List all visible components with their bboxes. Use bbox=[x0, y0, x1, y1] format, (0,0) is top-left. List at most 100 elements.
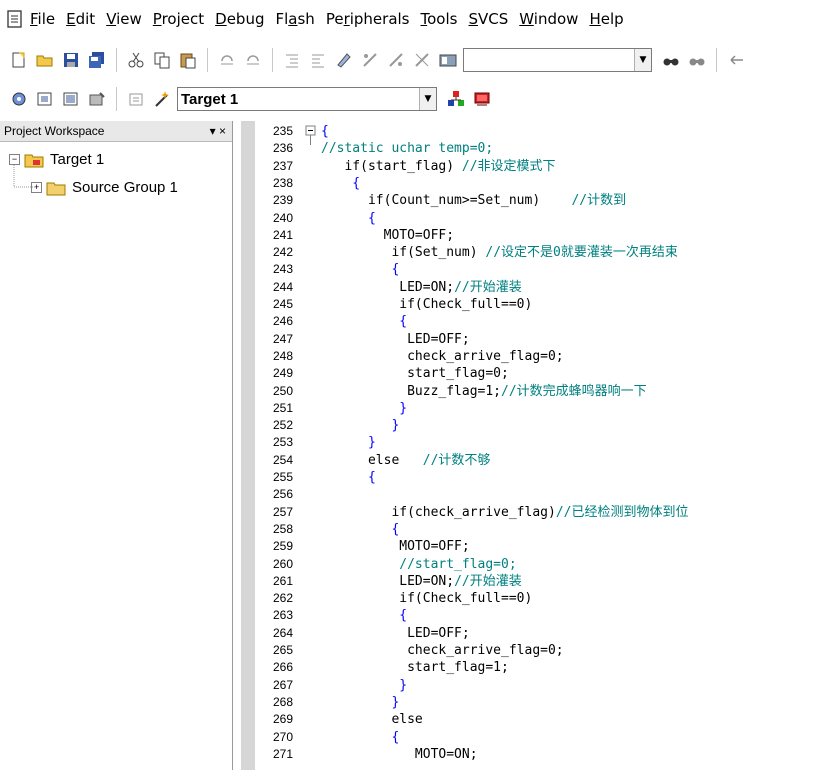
navigate-back-icon[interactable] bbox=[725, 49, 747, 71]
line-number: 242 bbox=[272, 245, 293, 260]
download-icon[interactable] bbox=[125, 88, 147, 110]
line-number: 266 bbox=[272, 660, 293, 675]
line-number: 257 bbox=[272, 504, 293, 519]
line-number: 240 bbox=[272, 210, 293, 225]
code-line: LED=ON;//开始灌装 bbox=[321, 279, 522, 295]
menu-item[interactable]: Flash bbox=[275, 10, 314, 28]
code-text: start_flag=0; bbox=[321, 366, 509, 382]
fold-column bbox=[303, 121, 317, 770]
panel-controls[interactable]: ▾ × bbox=[210, 124, 226, 138]
code-line: { bbox=[321, 315, 407, 329]
line-number: 251 bbox=[272, 400, 293, 415]
code-line: { bbox=[321, 211, 376, 226]
code-text: { bbox=[321, 608, 408, 624]
menu-items: File Edit View Project Debug Flash Peripherals… bbox=[30, 10, 635, 28]
build-icon[interactable] bbox=[34, 88, 56, 110]
indent-icon[interactable] bbox=[281, 49, 303, 71]
code-line: else //计数不够 bbox=[321, 452, 491, 468]
translate-icon[interactable] bbox=[8, 88, 30, 110]
code-text: LED=ON; bbox=[321, 279, 455, 295]
manage-components-icon[interactable] bbox=[445, 88, 467, 110]
toolbar-separator bbox=[716, 48, 717, 72]
menu-item[interactable]: Peripherals bbox=[326, 10, 410, 28]
code-text: if(Count_num>=Set_num) bbox=[321, 193, 572, 209]
chevron-down-icon[interactable]: ▼ bbox=[634, 49, 651, 71]
menu-item[interactable]: View bbox=[106, 10, 142, 28]
save-all-icon[interactable] bbox=[86, 49, 108, 71]
tree-item-source-group[interactable]: + Source Group 1 bbox=[31, 179, 178, 196]
menu-item[interactable]: Debug bbox=[215, 10, 264, 28]
code-text: if(start_flag) bbox=[321, 158, 462, 174]
bookmark-clear-icon[interactable] bbox=[411, 49, 433, 71]
code-line: if(Check_full==0) bbox=[321, 298, 532, 312]
line-number: 246 bbox=[272, 314, 293, 329]
code-line: { bbox=[321, 471, 376, 485]
menu-item[interactable]: SVCS bbox=[468, 10, 508, 28]
menu-bar: File Edit View Project Debug Flash Peripherals… bbox=[0, 0, 835, 38]
find-icon[interactable] bbox=[660, 49, 682, 71]
code-line: } bbox=[321, 419, 399, 433]
copy-icon[interactable] bbox=[151, 49, 173, 71]
code-text: start_flag=1; bbox=[321, 660, 509, 676]
code-comment: //计数不够 bbox=[422, 452, 491, 468]
code-text: if(Check_full==0) bbox=[321, 591, 533, 607]
device-database-icon[interactable] bbox=[471, 88, 493, 110]
find-combo[interactable]: ▼ bbox=[463, 48, 652, 72]
code-text: if(Check_full==0) bbox=[321, 297, 533, 312]
project-workspace-header: Project Workspace ▾ × bbox=[0, 121, 232, 142]
menu-item[interactable]: Tools bbox=[421, 10, 458, 28]
main-toolbar: ▼ bbox=[0, 43, 835, 77]
menu-item[interactable]: Window bbox=[519, 10, 578, 28]
line-number: 248 bbox=[272, 348, 293, 363]
line-number: 244 bbox=[272, 279, 293, 294]
code-line: else bbox=[321, 713, 422, 727]
code-line: { bbox=[321, 730, 399, 745]
line-number: 263 bbox=[272, 608, 293, 623]
save-icon[interactable] bbox=[60, 49, 82, 71]
code-line: check_arrive_flag=0; bbox=[321, 349, 564, 364]
tree-collapse-icon[interactable]: − bbox=[9, 154, 20, 165]
line-number: 239 bbox=[272, 193, 293, 208]
options-wand-icon[interactable] bbox=[151, 88, 173, 110]
app-document-icon bbox=[7, 10, 22, 28]
rebuild-icon[interactable] bbox=[60, 88, 82, 110]
code-text: { bbox=[321, 314, 408, 330]
code-comment: //非设定模式下 bbox=[461, 158, 556, 174]
incremental-find-icon[interactable] bbox=[686, 49, 708, 71]
bookmark-toggle-icon[interactable] bbox=[333, 49, 355, 71]
stop-build-icon[interactable] bbox=[86, 88, 108, 110]
code-editor[interactable]: { //static uchar temp=0; if(start_flag) /… bbox=[317, 121, 835, 770]
code-text: { bbox=[321, 470, 376, 485]
target-select[interactable]: Target 1 ▼ bbox=[177, 87, 437, 111]
code-comment: //static uchar temp=0; bbox=[321, 141, 494, 157]
paste-icon[interactable] bbox=[177, 49, 199, 71]
cut-icon[interactable] bbox=[125, 49, 147, 71]
chevron-down-icon[interactable]: ▼ bbox=[419, 88, 436, 110]
code-text: } bbox=[321, 418, 400, 434]
tree-item-label: Source Group 1 bbox=[72, 179, 178, 196]
bookmark-next-icon[interactable] bbox=[385, 49, 407, 71]
code-text: MOTO=OFF; bbox=[321, 539, 470, 555]
code-line: if(start_flag) //非设定模式下 bbox=[321, 158, 556, 174]
new-file-icon[interactable] bbox=[8, 49, 30, 71]
line-number: 265 bbox=[272, 643, 293, 657]
code-line: } bbox=[321, 436, 376, 450]
undo-icon[interactable] bbox=[216, 49, 238, 71]
code-line: if(Set_num) //设定不是0就要灌装一次再结束 bbox=[321, 246, 677, 260]
menu-item[interactable]: Edit bbox=[66, 10, 95, 28]
code-text: MOTO=OFF; bbox=[321, 227, 455, 243]
unindent-icon[interactable] bbox=[307, 49, 329, 71]
build-toolbar: Target 1 ▼ bbox=[0, 82, 835, 116]
code-text: { bbox=[321, 175, 361, 191]
open-folder-icon[interactable] bbox=[34, 49, 56, 71]
menu-item[interactable]: Help bbox=[589, 10, 623, 28]
code-comment: //开始灌装 bbox=[454, 279, 522, 295]
menu-item[interactable]: File bbox=[30, 10, 55, 28]
line-number: 247 bbox=[272, 331, 293, 346]
find-in-files-icon[interactable] bbox=[437, 49, 459, 71]
redo-icon[interactable] bbox=[242, 49, 264, 71]
code-line: Buzz_flag=1;//计数完成蜂鸣器响一下 bbox=[321, 384, 647, 399]
menu-item[interactable]: Project bbox=[153, 10, 204, 28]
code-text: LED=ON; bbox=[321, 573, 455, 589]
bookmark-prev-icon[interactable] bbox=[359, 49, 381, 71]
